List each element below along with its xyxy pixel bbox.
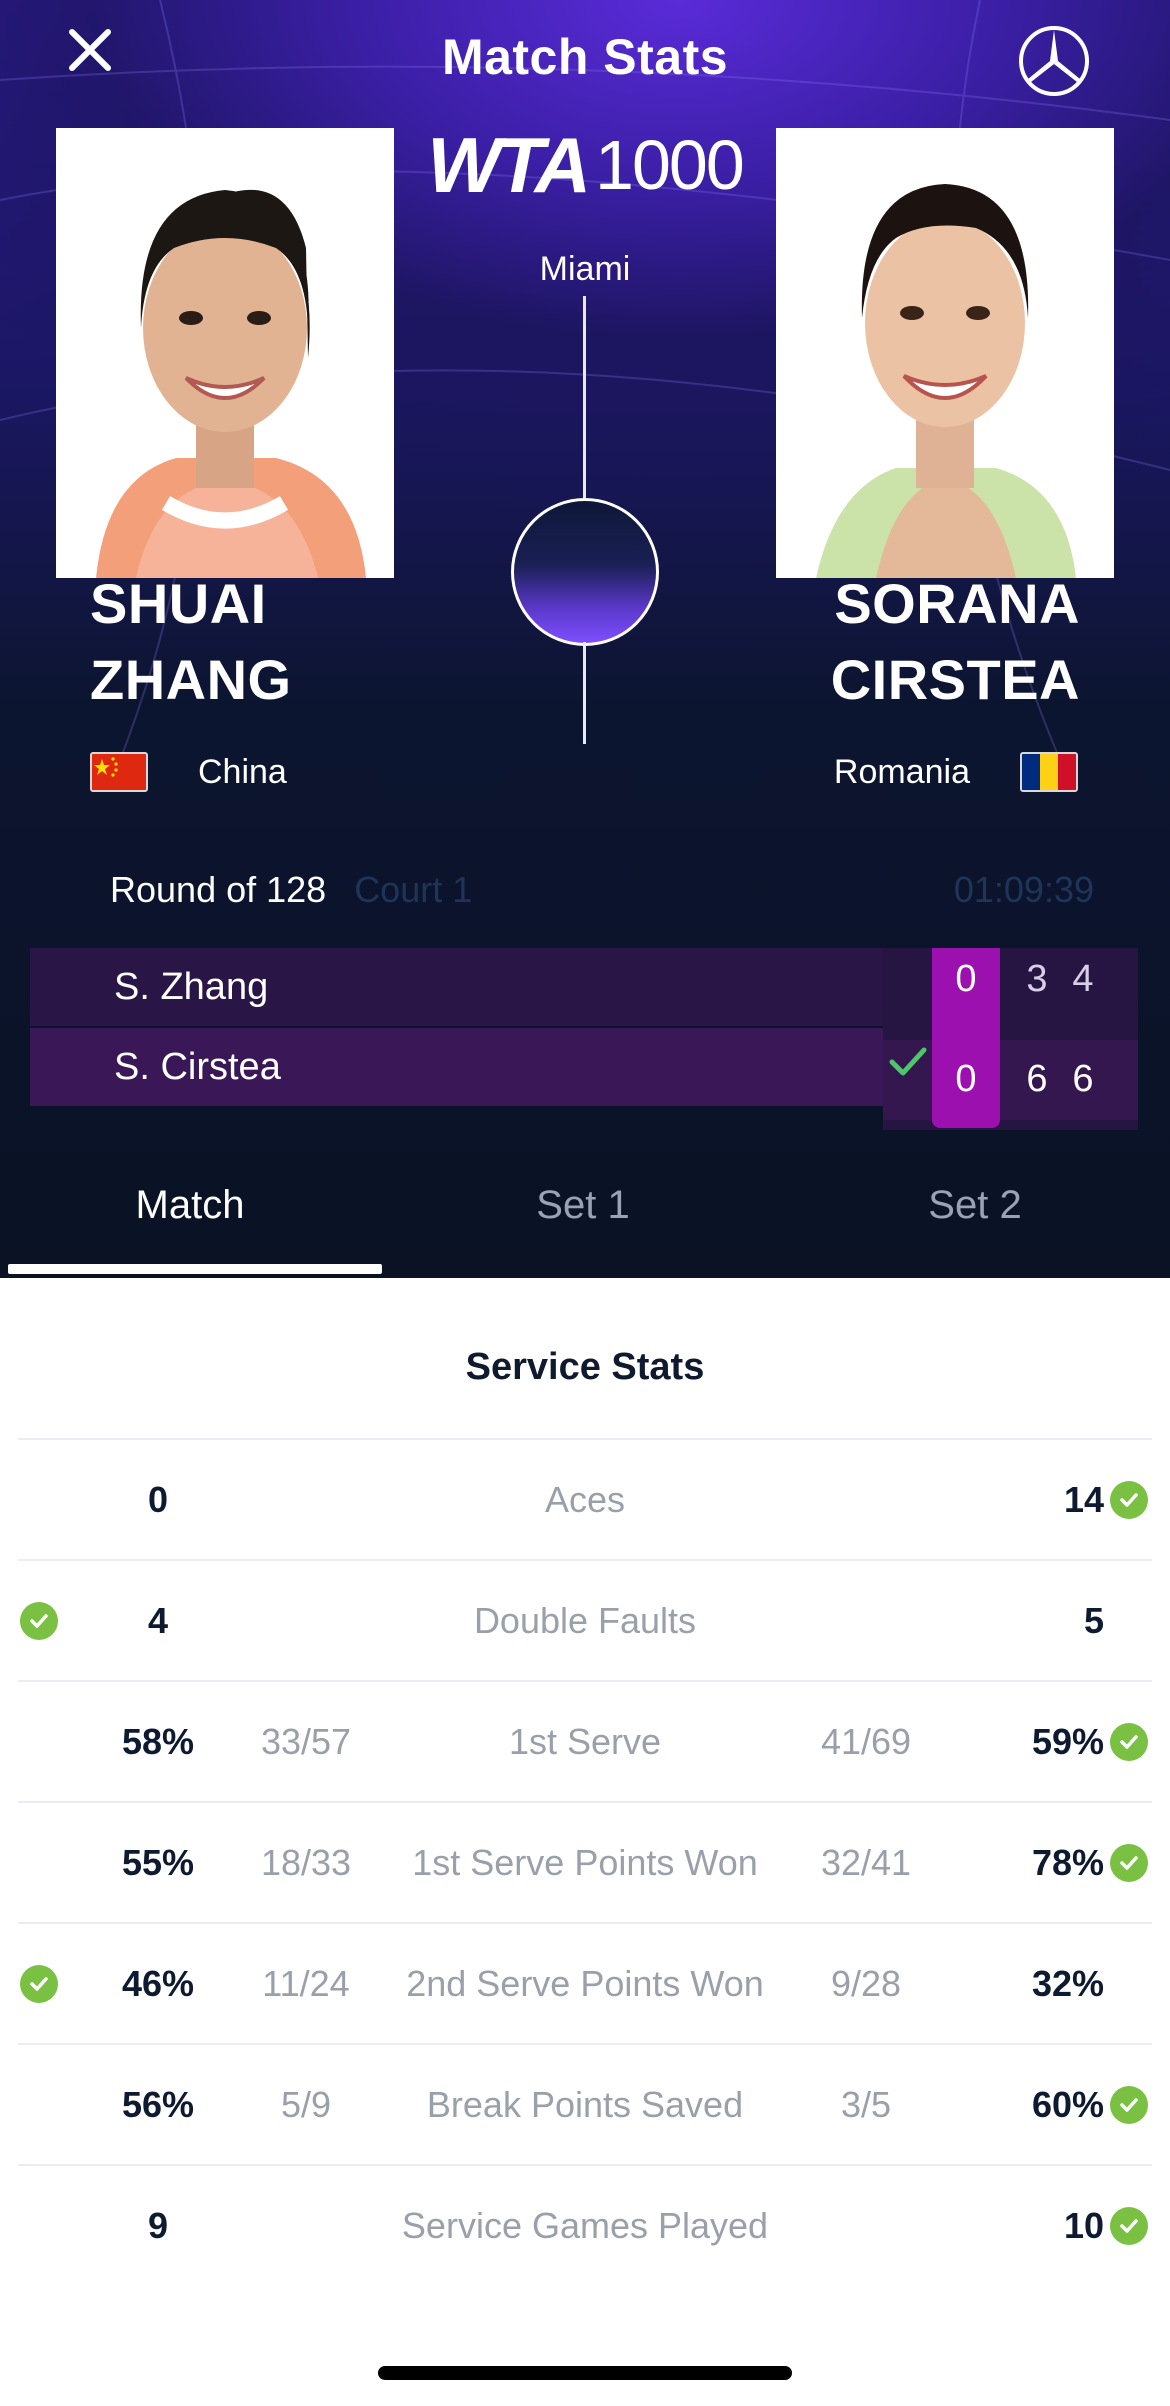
- page-title: Match Stats: [441, 29, 729, 85]
- stat-row: 55% 18/33 1st Serve Points Won 32/41 78%: [18, 1801, 1152, 1921]
- stat-label: 1st Serve Points Won: [412, 1842, 758, 1883]
- active-tab-indicator: [8, 1264, 382, 1274]
- stat-right-value: 14: [1063, 1479, 1104, 1520]
- tournament-city: Miami: [539, 250, 631, 288]
- stat-right-fraction: [776, 2166, 956, 2286]
- player-name-left: SHUAI ZHANG: [90, 566, 292, 718]
- home-indicator[interactable]: [378, 2366, 792, 2380]
- stat-left-fraction: [216, 1561, 396, 1681]
- tab-set-2[interactable]: Set 2: [785, 1150, 1165, 1260]
- ro-flag-icon: [1020, 752, 1078, 792]
- stat-right-value: 59%: [1031, 1721, 1104, 1762]
- tour-level-text: 1000: [595, 126, 745, 204]
- leader-check-icon: [20, 1602, 58, 1640]
- leader-check-icon: [1110, 1723, 1148, 1761]
- country-right: Romania: [833, 753, 970, 791]
- stat-right-fraction: [776, 1561, 956, 1681]
- player-first-name-right: SORANA: [834, 572, 1080, 635]
- stat-row: 56% 5/9 Break Points Saved 3/5 60%: [18, 2043, 1152, 2163]
- player-first-name-left: SHUAI: [90, 572, 267, 635]
- tab-match[interactable]: Match: [0, 1150, 380, 1260]
- leader-check-icon: [20, 1965, 58, 2003]
- scoreboard-player-name: S. Zhang: [114, 965, 269, 1008]
- service-stats-section: Service Stats 0 Aces 14 4 Double Faults 5 58% 3…: [0, 1278, 1170, 2406]
- stat-left-fraction: 18/33: [260, 1842, 352, 1883]
- winner-check-icon: [889, 1047, 927, 1076]
- player-name-right: SORANA CIRSTEA: [831, 566, 1080, 718]
- stat-right-value: 10: [1063, 2205, 1104, 2246]
- stat-right-value: 5: [1083, 1600, 1104, 1641]
- game-score-player-1: 0: [955, 958, 977, 1000]
- stat-right-fraction: 32/41: [820, 1842, 912, 1883]
- divider-line-top: [583, 296, 586, 500]
- close-icon: [69, 29, 111, 71]
- stat-left-fraction: [216, 1440, 396, 1560]
- stat-left-fraction: 11/24: [262, 1963, 350, 2004]
- three-pointed-star-logo-icon[interactable]: [1017, 24, 1091, 98]
- stat-label: 2nd Serve Points Won: [406, 1963, 764, 2004]
- court-label: Court 1: [354, 869, 473, 910]
- stat-left-value: 0: [147, 1479, 169, 1520]
- stat-label: 1st Serve: [508, 1721, 662, 1762]
- stat-left-value: 58%: [121, 1721, 195, 1762]
- stat-right-fraction: 41/69: [820, 1721, 912, 1762]
- divider-line-bottom: [583, 642, 586, 744]
- stat-left-value: 4: [147, 1600, 169, 1641]
- leader-check-icon: [1110, 2207, 1148, 2245]
- stat-right-fraction: 3/5: [840, 2084, 892, 2125]
- match-round-row: Round of 128 Court 1: [110, 866, 472, 914]
- cn-flag-icon: [90, 752, 148, 792]
- leader-check-icon: [1110, 1844, 1148, 1882]
- stat-left-value: 55%: [121, 1842, 195, 1883]
- stat-right-value: 32%: [1031, 1963, 1104, 2004]
- stat-left-value: 9: [147, 2205, 169, 2246]
- scoreboard: S. Zhang S. Cirstea 0 0 3 4 6 6: [30, 948, 1138, 1130]
- wta-1000-logo: WTA 1000: [427, 121, 745, 209]
- set1-score-player-2: 6: [1026, 1058, 1048, 1100]
- stat-row: 0 Aces 14: [18, 1438, 1152, 1558]
- tour-logo-text: WTA: [427, 121, 591, 209]
- stat-left-fraction: [216, 2166, 396, 2286]
- round-label: Round of 128: [110, 869, 327, 910]
- stat-right-fraction: [776, 1440, 956, 1560]
- stat-label: Service Games Played: [401, 2205, 769, 2246]
- set2-score-player-2: 6: [1072, 1058, 1094, 1100]
- leader-check-icon: [1110, 2086, 1148, 2124]
- stat-left-value: 56%: [121, 2084, 195, 2125]
- stat-label: Break Points Saved: [426, 2084, 744, 2125]
- stat-left-value: 46%: [121, 1963, 195, 2004]
- stat-right-value: 78%: [1031, 1842, 1104, 1883]
- game-score-player-2: 0: [955, 1058, 977, 1100]
- stat-label: Double Faults: [473, 1600, 697, 1641]
- stat-row: 58% 33/57 1st Serve 41/69 59%: [18, 1680, 1152, 1800]
- set1-score-player-1: 3: [1026, 958, 1048, 1000]
- section-title: Service Stats: [465, 1346, 705, 1388]
- player-photo-left: [56, 128, 394, 578]
- stat-row: 46% 11/24 2nd Serve Points Won 9/28 32%: [18, 1922, 1152, 2042]
- leader-check-icon: [1110, 1481, 1148, 1519]
- match-orb: [511, 498, 659, 646]
- stats-tabs: Match Set 1 Set 2: [0, 1150, 1170, 1278]
- stat-left-fraction: 5/9: [280, 2084, 332, 2125]
- set2-score-player-1: 4: [1072, 958, 1094, 1000]
- stat-label: Aces: [544, 1479, 626, 1520]
- country-left: China: [198, 753, 287, 791]
- player-last-name-right: CIRSTEA: [830, 648, 1080, 711]
- player-last-name-left: ZHANG: [90, 648, 292, 711]
- match-header: Match Stats WTA 1000 Miami SHUAI ZHANG S…: [0, 0, 1170, 1278]
- stat-right-value: 60%: [1031, 2084, 1104, 2125]
- scoreboard-player-name: S. Cirstea: [114, 1045, 281, 1088]
- close-button[interactable]: [58, 18, 122, 82]
- tab-set-1[interactable]: Set 1: [393, 1150, 773, 1260]
- player-photo-right: [776, 128, 1114, 578]
- match-duration: 01:09:39: [953, 869, 1094, 910]
- stat-row: 4 Double Faults 5: [18, 1559, 1152, 1679]
- stat-row: 9 Service Games Played 10: [18, 2164, 1152, 2284]
- stat-right-fraction: 9/28: [830, 1963, 902, 2004]
- stat-left-fraction: 33/57: [260, 1721, 352, 1762]
